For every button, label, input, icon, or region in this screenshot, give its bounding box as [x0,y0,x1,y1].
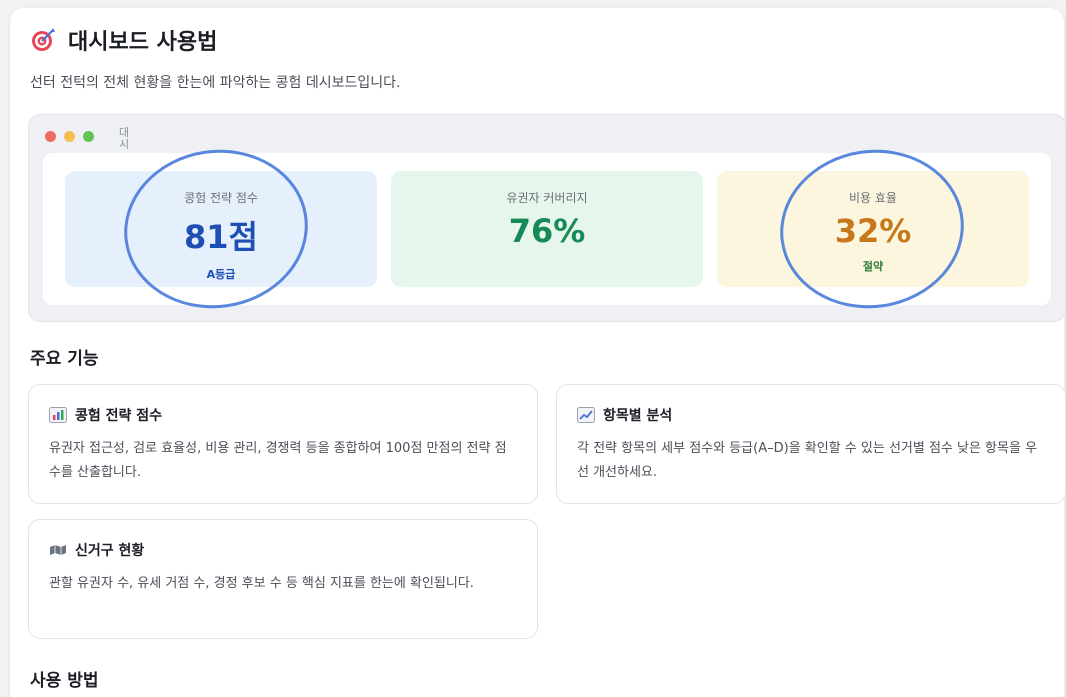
feature-description: 유권자 접근성, 검로 효율성, 비용 관리, 경쟁력 등을 종합하여 100점… [49,441,507,480]
feature-card-item-analysis: 항목별 분석 각 전략 항목의 세부 점수와 등급(A–D)을 확인할 수 있는… [556,384,1066,504]
preview-content: 콩험 전략 점수 81점 A등급 유권자 커버리지 76% 비용 효율 32% … [43,153,1051,305]
close-dot [45,131,56,142]
feature-description: 관할 유권자 수, 유세 거점 수, 경정 후보 수 등 핵심 지표를 한는에 … [49,576,474,591]
maximize-dot [83,131,94,142]
metric-label: 콩험 전략 점수 [184,191,258,205]
feature-title: 항목별 분석 [603,408,673,424]
metric-value: 32% [834,212,912,250]
page-subtitle: 선터 전턱의 전체 현황을 한는에 파악하는 콩험 데시보드입니다. [30,75,401,91]
feature-card-district-status: 신거구 현황 관할 유권자 수, 유세 거점 수, 경정 후보 수 등 핵심 지… [28,519,538,639]
map-icon [49,542,67,558]
line-chart-icon [577,407,595,423]
metric-strategy-score: 콩험 전략 점수 81점 A등급 [65,171,377,287]
metric-label: 유권자 커버리지 [506,191,588,205]
feature-card-strategy-score: 콩험 전략 점수 유권자 접근성, 검로 효율성, 비용 관리, 경쟁력 등을 … [28,384,538,504]
metric-grade: A등급 [206,268,236,281]
usage-heading: 사용 방법 [30,671,99,691]
metric-sub: 절약 [862,260,884,273]
metric-value: 76% [508,212,586,250]
dashboard-preview: 대시 콩험 전략 점수 81점 A등급 유권자 커버리지 76% 비용 효율 3… [28,114,1066,322]
preview-window-title: 대시 [119,126,130,151]
metric-label: 비용 효율 [849,191,897,205]
window-controls [45,131,94,142]
metric-cost-efficiency: 비용 효율 32% 절약 [717,171,1029,287]
features-heading: 주요 기능 [30,349,99,369]
minimize-dot [64,131,75,142]
target-icon [30,27,56,53]
bar-chart-icon [49,407,67,423]
feature-title: 신거구 현황 [75,543,145,559]
header: 대시보드 사용법 [30,24,217,56]
metric-value: 81점 [184,218,258,256]
page-title: 대시보드 사용법 [68,30,218,55]
feature-title: 콩험 전략 점수 [75,408,163,424]
metric-voter-coverage: 유권자 커버리지 76% [391,171,703,287]
feature-description: 각 전략 항목의 세부 점수와 등급(A–D)을 확인할 수 있는 선거별 점수… [577,441,1038,480]
